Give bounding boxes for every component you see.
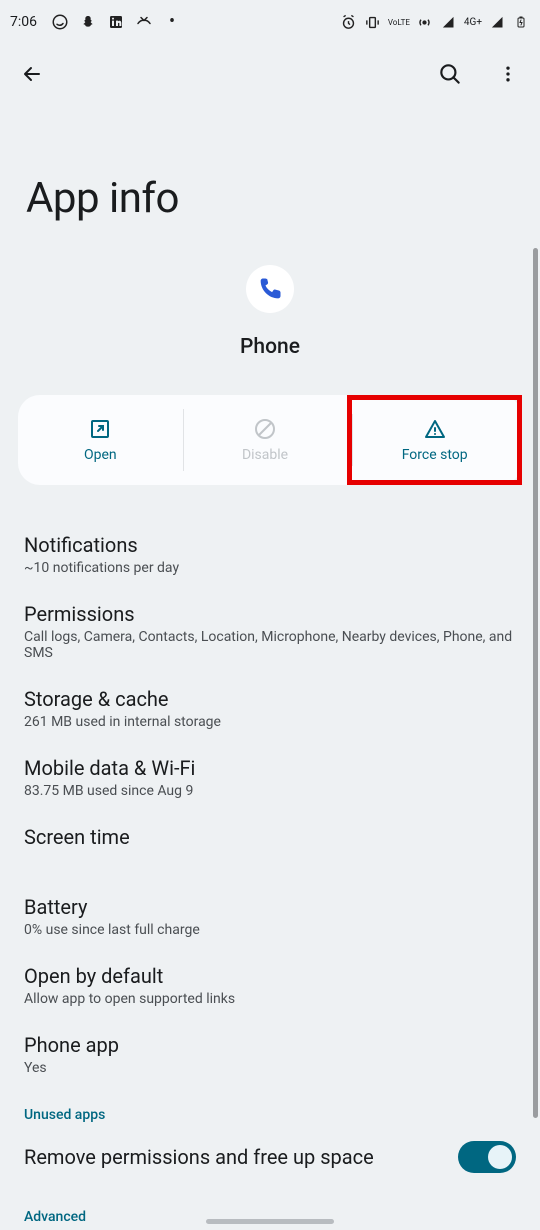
- storage-item[interactable]: Storage & cache 261 MB used in internal …: [24, 674, 516, 743]
- open-by-default-item[interactable]: Open by default Allow app to open suppor…: [24, 951, 516, 1020]
- snapchat-icon: [79, 13, 97, 31]
- open-icon: [88, 417, 112, 441]
- network-type: 4G+: [464, 17, 482, 28]
- volte-indicator: VoLTE: [388, 19, 410, 26]
- back-button[interactable]: [18, 60, 46, 88]
- missed-call-icon: [135, 13, 153, 31]
- hotspot-icon: [416, 13, 434, 31]
- linkedin-icon: [107, 13, 125, 31]
- force-stop-label: Force stop: [402, 447, 468, 463]
- status-bar: 7:06 • VoLTE 4G+: [0, 0, 540, 44]
- scrollbar[interactable]: [533, 248, 538, 1118]
- action-row: Open Disable Force stop: [18, 395, 522, 485]
- page-title: App info: [0, 104, 540, 265]
- status-time: 7:06: [10, 14, 37, 30]
- remove-permissions-switch[interactable]: [458, 1141, 516, 1173]
- whatsapp-icon: [51, 13, 69, 31]
- screen-time-item[interactable]: Screen time: [24, 812, 516, 862]
- more-menu-button[interactable]: [494, 60, 522, 88]
- phone-app-item[interactable]: Phone app Yes: [24, 1020, 516, 1089]
- app-header: Phone: [0, 265, 540, 359]
- disable-icon: [253, 417, 277, 441]
- signal-2-icon: [488, 13, 506, 31]
- phone-app-icon: [246, 265, 294, 313]
- notifications-item[interactable]: Notifications ~10 notifications per day: [24, 520, 516, 589]
- open-label: Open: [84, 447, 117, 463]
- unused-apps-header: Unused apps: [24, 1107, 516, 1123]
- settings-list: Notifications ~10 notifications per day …: [0, 485, 540, 1225]
- signal-1-icon: [440, 13, 458, 31]
- permissions-item[interactable]: Permissions Call logs, Camera, Contacts,…: [24, 589, 516, 674]
- force-stop-button[interactable]: Force stop: [347, 395, 522, 485]
- remove-permissions-label: Remove permissions and free up space: [24, 1145, 446, 1169]
- open-button[interactable]: Open: [18, 395, 183, 485]
- disable-label: Disable: [242, 447, 288, 463]
- app-name: Phone: [240, 335, 300, 359]
- disable-button: Disable: [183, 395, 348, 485]
- battery-charging-icon: [512, 13, 530, 31]
- remove-permissions-row[interactable]: Remove permissions and free up space: [24, 1123, 516, 1191]
- more-dot-icon: •: [163, 13, 181, 31]
- vibrate-icon: [364, 13, 382, 31]
- toolbar: [0, 44, 540, 104]
- alarm-icon: [340, 13, 358, 31]
- home-indicator[interactable]: [206, 1219, 334, 1224]
- search-button[interactable]: [436, 60, 464, 88]
- battery-item[interactable]: Battery 0% use since last full charge: [24, 882, 516, 951]
- warning-icon: [423, 417, 447, 441]
- mobile-data-item[interactable]: Mobile data & Wi-Fi 83.75 MB used since …: [24, 743, 516, 812]
